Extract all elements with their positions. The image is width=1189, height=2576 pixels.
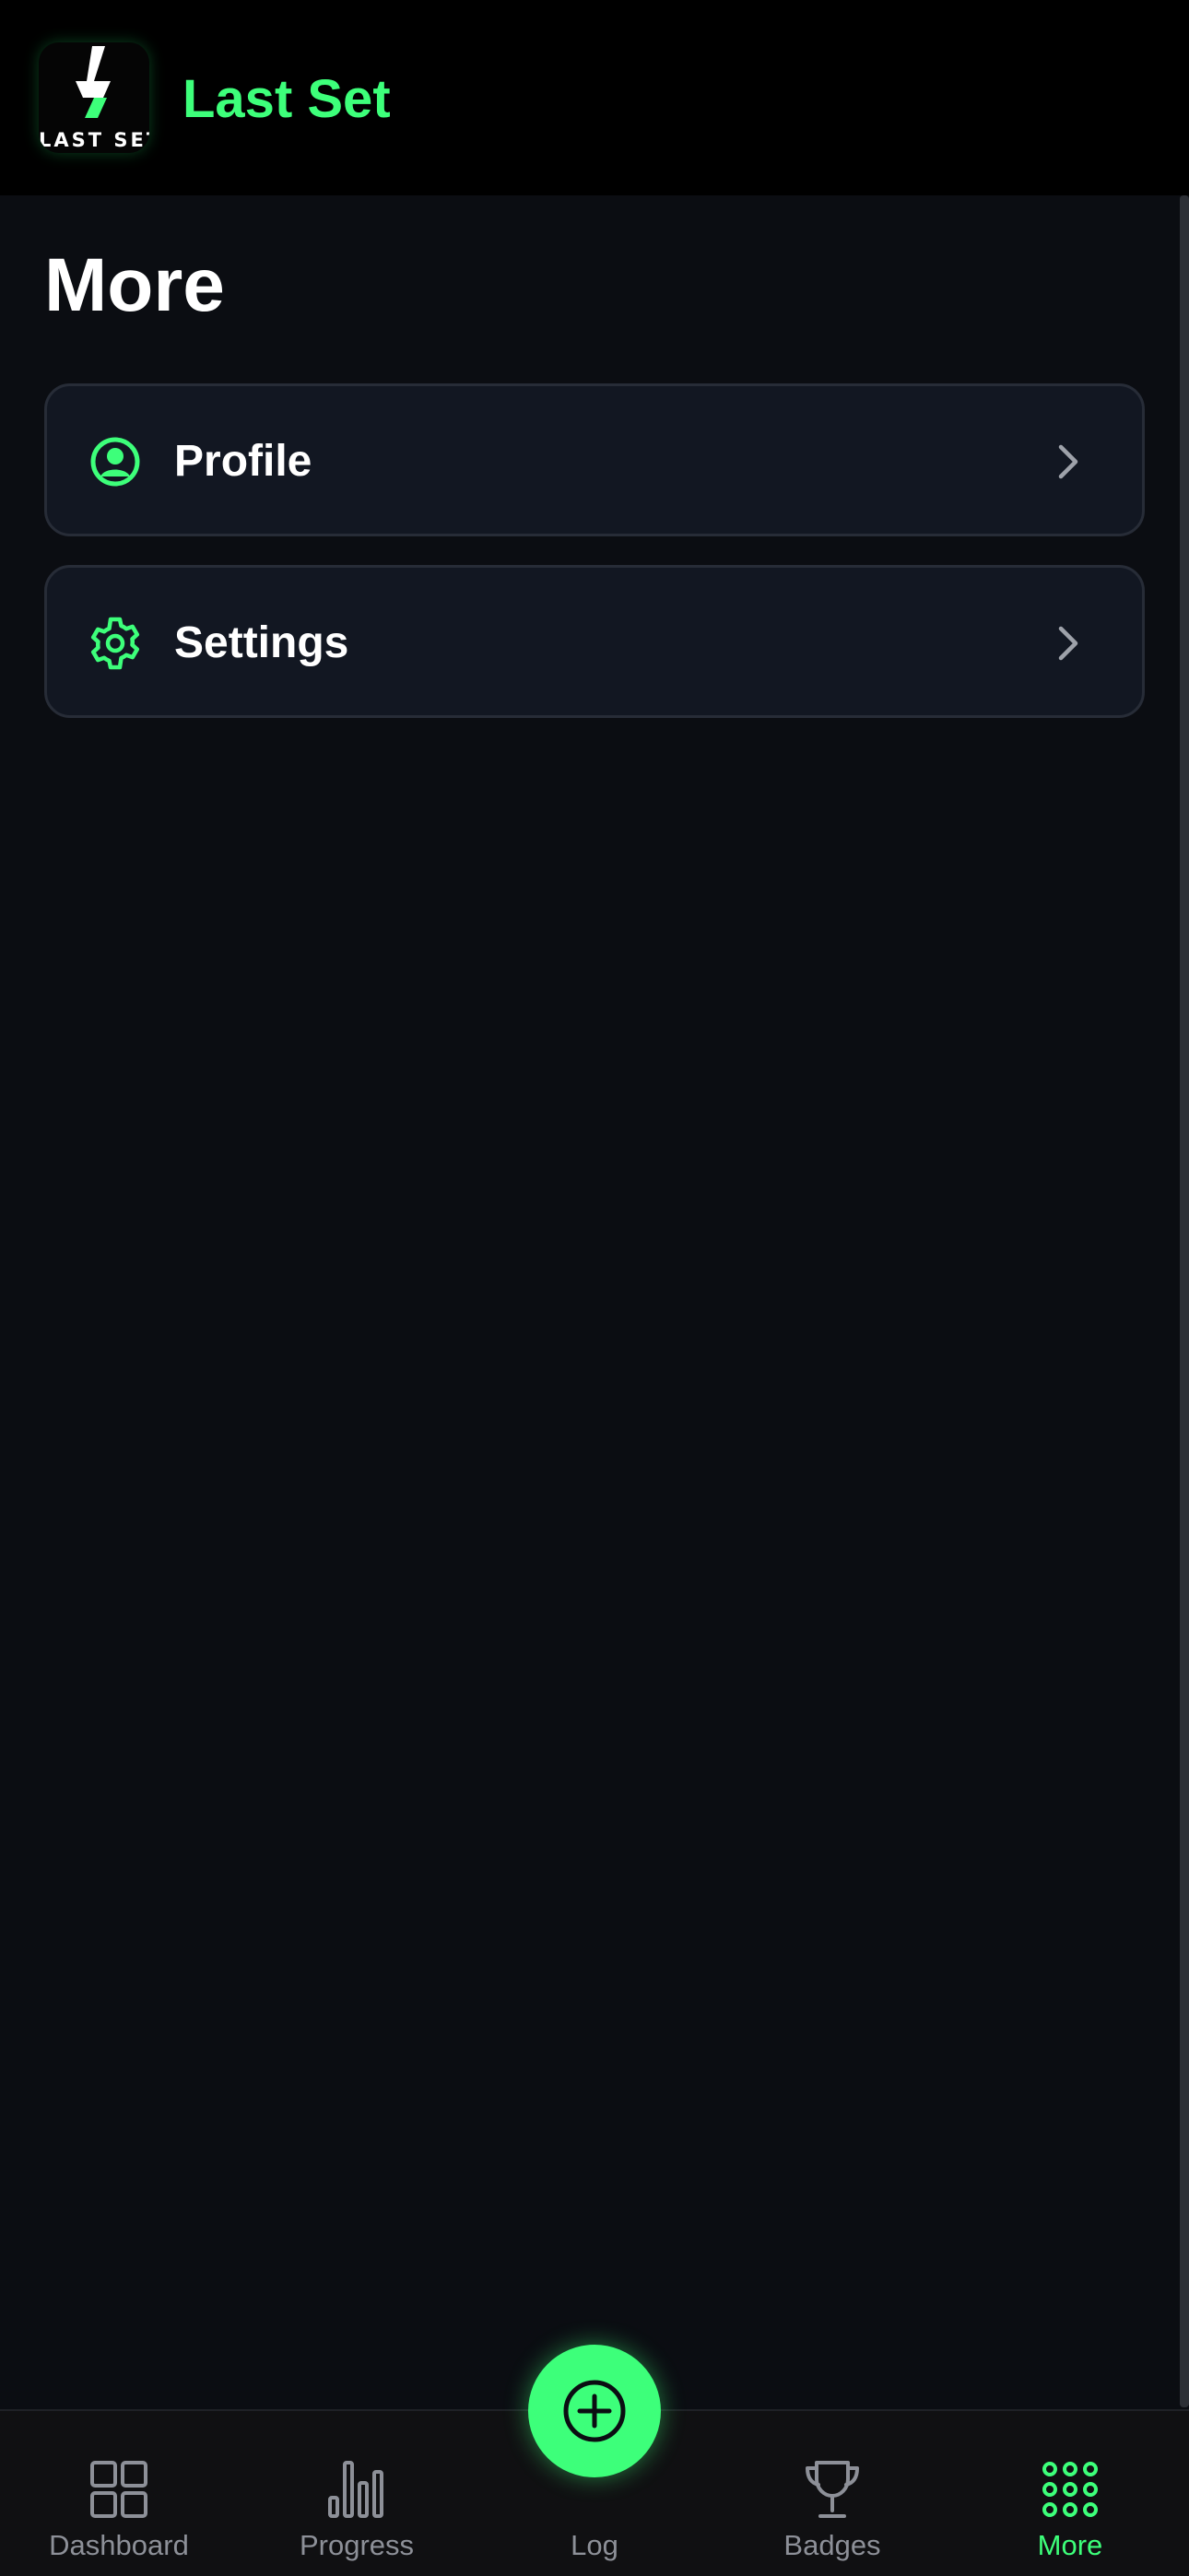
bar-chart-icon [328, 2461, 383, 2518]
menu-item-label: Settings [174, 618, 349, 667]
chevron-right-icon [1058, 444, 1078, 479]
user-circle-icon [90, 437, 140, 487]
menu-item-profile[interactable]: Profile [44, 383, 1145, 536]
plus-circle-icon [563, 2380, 626, 2442]
app-title: Last Set [182, 69, 391, 129]
menu-item-settings[interactable]: Settings [44, 565, 1145, 718]
nav-item-progress[interactable]: Progress [238, 2411, 476, 2576]
nav-item-badges[interactable]: Badges [713, 2411, 951, 2576]
grid-icon [90, 2461, 147, 2518]
app-header: LAST SET Last Set [0, 0, 1189, 195]
nav-item-more[interactable]: More [951, 2411, 1189, 2576]
scrollbar[interactable] [1180, 195, 1189, 2407]
dots-grid-icon [1042, 2462, 1098, 2517]
logo-wordmark: LAST SET [39, 129, 149, 151]
page-title: More [44, 243, 225, 327]
app-root: LAST SET Last Set More Profile Settings [0, 0, 1189, 2576]
nav-label: More [1037, 2529, 1103, 2561]
chevron-right-icon [1058, 626, 1078, 661]
nav-label: Progress [299, 2529, 415, 2561]
gear-icon [90, 617, 140, 670]
trophy-icon [806, 2461, 859, 2518]
nav-label: Log [571, 2529, 618, 2561]
nav-label: Dashboard [49, 2529, 189, 2561]
menu-item-label: Profile [174, 437, 312, 486]
nav-item-dashboard[interactable]: Dashboard [0, 2411, 238, 2576]
app-logo: LAST SET [39, 42, 149, 153]
log-fab-button[interactable] [528, 2345, 661, 2477]
nav-label: Badges [783, 2529, 881, 2561]
